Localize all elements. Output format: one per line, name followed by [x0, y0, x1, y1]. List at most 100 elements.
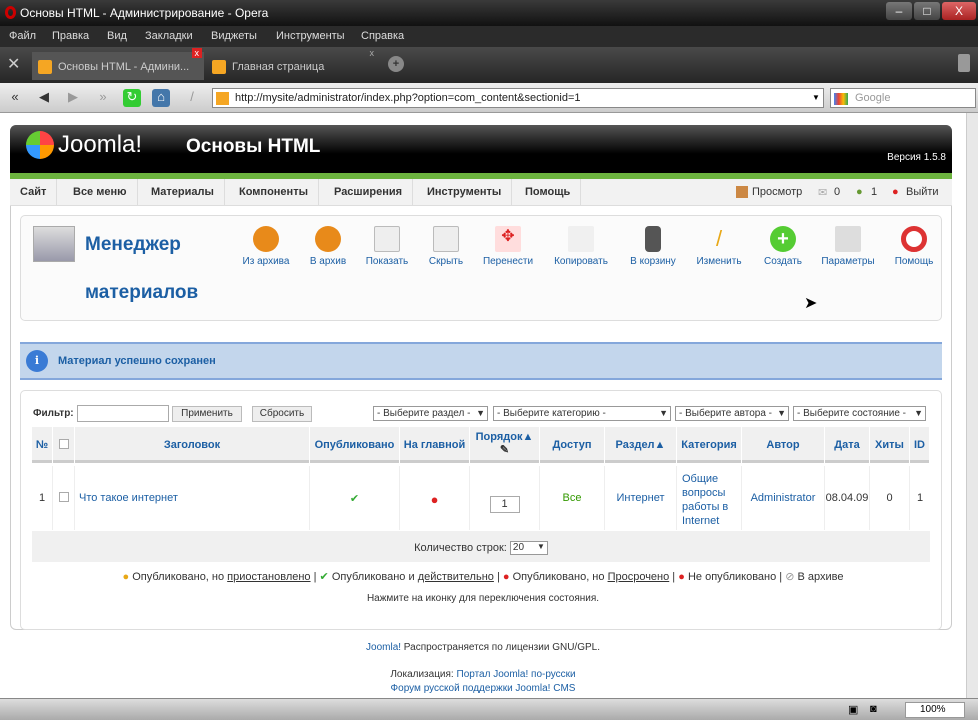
edit-button[interactable]: / Изменить — [688, 226, 750, 267]
nav-menus[interactable]: Все меню — [63, 179, 138, 206]
row-checkbox[interactable] — [58, 492, 69, 502]
nav-help[interactable]: Помощь — [515, 179, 582, 206]
home-icon[interactable]: ⌂ — [152, 89, 170, 107]
rewind-icon[interactable]: « — [6, 89, 24, 107]
help-button[interactable]: Помощь — [883, 226, 945, 267]
nav-components[interactable]: Компоненты — [229, 179, 319, 206]
minimize-button[interactable]: – — [886, 2, 912, 20]
reload-icon[interactable]: ↻ — [123, 89, 141, 107]
menu-help[interactable]: Справка — [361, 30, 404, 42]
apply-button[interactable]: Применить — [172, 406, 242, 422]
google-icon — [834, 93, 848, 105]
close-tab-icon[interactable]: x — [370, 48, 375, 58]
url-dropdown-icon[interactable]: ▼ — [812, 93, 820, 102]
forward-icon[interactable]: ▶ — [64, 89, 82, 107]
trash-icon[interactable] — [958, 54, 970, 72]
success-message: Материал успешно сохранен — [58, 355, 216, 367]
col-author[interactable]: Автор — [742, 427, 825, 463]
category-select[interactable]: - Выберите категорию - — [493, 406, 671, 421]
col-hits[interactable]: Хиты — [870, 427, 910, 463]
order-input[interactable]: 1 — [489, 496, 520, 513]
fastforward-icon[interactable]: » — [94, 89, 112, 107]
camera-icon[interactable]: ◙ — [870, 703, 877, 715]
tab-label: Основы HTML - Админи... — [58, 61, 190, 73]
filter-label: Фильтр: — [33, 408, 74, 419]
publish-button[interactable]: Показать — [356, 226, 418, 267]
url-input[interactable]: http://mysite/administrator/index.php?op… — [212, 88, 824, 108]
archive-button[interactable]: В архив — [297, 226, 359, 267]
nav-tools[interactable]: Инструменты — [417, 179, 513, 206]
state-select[interactable]: - Выберите состояние - — [793, 406, 926, 421]
table-header: № Заголовок Опубликовано На главной Поря… — [32, 427, 930, 463]
nav-content[interactable]: Материалы — [141, 179, 225, 206]
move-button[interactable]: ✥ Перенести — [477, 226, 539, 267]
filter-input[interactable] — [77, 405, 169, 422]
select-all-checkbox[interactable] — [58, 439, 69, 449]
menu-edit[interactable]: Правка — [52, 30, 89, 42]
forum-link[interactable]: Форум русской поддержки Joomla! CMS — [391, 683, 576, 694]
page-title-line2: материалов — [85, 282, 199, 303]
col-access[interactable]: Доступ — [540, 427, 605, 463]
rows-per-page-select[interactable]: 20 ▼ — [509, 541, 548, 555]
published-check-icon[interactable]: ✔ — [310, 466, 400, 530]
row-title-link[interactable]: Что такое интернет — [75, 466, 310, 530]
preview-link[interactable]: Просмотр — [752, 186, 802, 198]
trash-button[interactable]: В корзину — [622, 226, 684, 267]
frontpage-no-icon[interactable]: ● — [400, 466, 470, 530]
back-icon[interactable]: ◀ — [35, 89, 53, 107]
parameters-button[interactable]: Параметры — [817, 226, 879, 267]
row-access-link[interactable]: Все — [540, 466, 605, 530]
menu-view[interactable]: Вид — [107, 30, 127, 42]
col-id[interactable]: ID — [910, 427, 930, 463]
close-button[interactable]: X — [942, 2, 976, 20]
button-label: В архив — [309, 256, 347, 267]
col-frontpage[interactable]: На главной — [400, 427, 470, 463]
tools-icon[interactable]: ✕ — [7, 54, 20, 74]
row-category-link[interactable]: Общие вопросы работы в Internet — [677, 466, 742, 530]
logout-link[interactable]: Выйти — [906, 186, 939, 198]
row-section-link[interactable]: Интернет — [605, 466, 677, 530]
col-published[interactable]: Опубликовано — [310, 427, 400, 463]
copy-button[interactable]: Копировать — [550, 226, 612, 267]
section-select[interactable]: - Выберите раздел - — [373, 406, 488, 421]
author-select[interactable]: - Выберите автора - — [675, 406, 789, 421]
vertical-scrollbar[interactable] — [966, 113, 978, 698]
unarchive-button[interactable]: Из архива — [235, 226, 297, 267]
messages-count[interactable]: 0 — [834, 186, 840, 198]
menu-bookmarks[interactable]: Закладки — [145, 30, 193, 42]
new-button[interactable]: + Создать — [752, 226, 814, 267]
nav-site[interactable]: Сайт — [10, 179, 58, 206]
menu-bar: Файл Правка Вид Закладки Виджеты Инструм… — [0, 26, 978, 47]
col-section[interactable]: Раздел▲ — [605, 427, 677, 463]
portal-link[interactable]: Портал Joomla! по-русски — [457, 669, 576, 680]
save-order-icon[interactable]: ✎ — [500, 444, 509, 456]
col-order-label: Порядок▲ — [475, 431, 534, 443]
speed-dial-icon[interactable]: ▣ — [848, 703, 858, 716]
copy-icon — [568, 226, 594, 252]
col-title[interactable]: Заголовок — [75, 427, 310, 463]
nav-extensions[interactable]: Расширения — [324, 179, 414, 206]
maximize-button[interactable]: □ — [914, 2, 940, 20]
zoom-select[interactable]: 100% — [905, 702, 965, 718]
edit-icon[interactable]: / — [183, 89, 201, 107]
col-date[interactable]: Дата — [825, 427, 870, 463]
row-author-link[interactable]: Administrator — [742, 466, 825, 530]
joomla-link[interactable]: Joomla! — [366, 642, 401, 653]
users-count[interactable]: 1 — [871, 186, 877, 198]
tools-icon — [835, 226, 861, 252]
menu-file[interactable]: Файл — [9, 30, 36, 42]
pending-icon: ● — [122, 571, 130, 583]
col-category[interactable]: Категория — [677, 427, 742, 463]
tab-active[interactable]: Основы HTML - Админи... x — [32, 48, 204, 80]
reset-button[interactable]: Сбросить — [252, 406, 312, 422]
tab-home[interactable]: Главная страница x — [206, 48, 382, 80]
menu-widgets[interactable]: Виджеты — [211, 30, 257, 42]
menu-tools[interactable]: Инструменты — [276, 30, 345, 42]
col-order[interactable]: Порядок▲ ✎ — [470, 427, 540, 463]
search-input[interactable]: Google — [830, 88, 976, 108]
joomla-logo-text: Joomla! — [58, 131, 143, 158]
expired-icon: ● — [502, 571, 510, 583]
close-tab-icon[interactable]: x — [191, 48, 202, 58]
unpublish-button[interactable]: Скрыть — [415, 226, 477, 267]
new-tab-icon[interactable]: + — [388, 56, 404, 72]
